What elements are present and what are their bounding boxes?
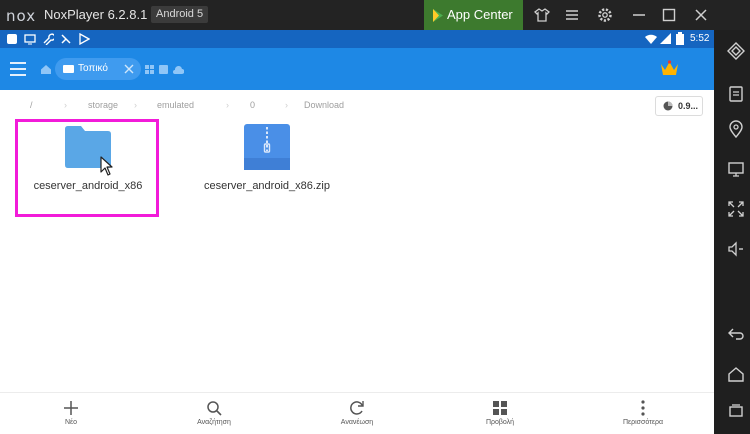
volume-down-icon[interactable] bbox=[727, 240, 745, 258]
path-breadcrumb: / › storage › emulated › 0 › Download 0.… bbox=[0, 90, 714, 118]
notification-icon bbox=[7, 34, 17, 44]
view-button[interactable]: Προβολή bbox=[460, 393, 540, 434]
more-vert-icon bbox=[641, 400, 645, 416]
storage-usage-label: 0.9... bbox=[678, 101, 699, 111]
tool-icon bbox=[61, 34, 71, 44]
breadcrumb-0[interactable]: 0 bbox=[250, 100, 255, 110]
app-title: NoxPlayer 6.2.8.1 bbox=[44, 7, 148, 22]
android-version-badge: Android 5 bbox=[151, 6, 209, 23]
new-label: Νέο bbox=[64, 419, 78, 426]
close-icon[interactable] bbox=[692, 6, 710, 24]
search-icon bbox=[207, 401, 222, 416]
grid-icon bbox=[493, 401, 507, 415]
search-button[interactable]: Αναζήτηση bbox=[174, 393, 254, 434]
location-icon[interactable] bbox=[727, 120, 745, 138]
signal-icon bbox=[660, 33, 671, 44]
breadcrumb-root[interactable]: / bbox=[30, 100, 33, 110]
cloud-tab-icon[interactable] bbox=[173, 65, 184, 74]
app-center-button[interactable]: App Center bbox=[424, 0, 523, 30]
tab-local-label: Τοπικό bbox=[78, 63, 108, 74]
breadcrumb-emulated[interactable]: emulated bbox=[157, 100, 194, 110]
screen-notify-icon bbox=[24, 34, 36, 45]
network-tab-icon[interactable] bbox=[159, 65, 168, 74]
breadcrumb-chevron-icon: › bbox=[64, 100, 67, 110]
new-button[interactable]: Νέο bbox=[31, 393, 111, 434]
refresh-icon bbox=[350, 401, 364, 415]
menu-icon[interactable] bbox=[563, 6, 581, 24]
hamburger-menu-icon[interactable] bbox=[9, 61, 27, 77]
refresh-button[interactable]: Ανανέωση bbox=[317, 393, 397, 434]
search-label: Αναζήτηση bbox=[197, 419, 231, 426]
play-store-icon bbox=[433, 9, 443, 22]
fullscreen-icon[interactable] bbox=[727, 200, 745, 218]
pie-chart-icon bbox=[663, 101, 673, 111]
gear-icon[interactable] bbox=[596, 6, 614, 24]
zip-icon bbox=[244, 124, 290, 170]
breadcrumb-chevron-icon: › bbox=[285, 100, 288, 110]
storage-usage-button[interactable]: 0.9... bbox=[655, 96, 703, 116]
breadcrumb-download[interactable]: Download bbox=[304, 100, 344, 110]
wrench-icon bbox=[43, 33, 54, 45]
nox-logo: nox bbox=[6, 7, 37, 25]
more-label: Περισσότερα bbox=[622, 419, 664, 426]
app-center-label: App Center bbox=[447, 7, 513, 22]
wifi-icon bbox=[645, 34, 657, 44]
screen-icon[interactable] bbox=[727, 160, 745, 178]
apk-install-icon[interactable] bbox=[727, 85, 745, 103]
home-icon[interactable] bbox=[727, 365, 745, 383]
view-label: Προβολή bbox=[485, 419, 515, 426]
maximize-icon[interactable] bbox=[660, 6, 678, 24]
emulator-title-bar: nox NoxPlayer 6.2.8.1 Android 5 App Cent… bbox=[0, 0, 750, 30]
recent-apps-icon[interactable] bbox=[727, 402, 745, 420]
plus-icon bbox=[64, 401, 78, 415]
multi-instance-icon[interactable] bbox=[727, 42, 745, 60]
play-notify-icon bbox=[79, 33, 90, 45]
tab-local-storage[interactable]: Τοπικό bbox=[55, 58, 141, 80]
battery-icon bbox=[676, 32, 684, 45]
back-icon[interactable] bbox=[727, 325, 745, 343]
crown-icon[interactable] bbox=[660, 60, 679, 77]
theme-icon[interactable] bbox=[533, 6, 551, 24]
file-name: ceserver_android_x86.zip bbox=[204, 180, 330, 192]
bottom-action-bar: Νέο Αναζήτηση Ανανέωση Προβολή Περισσότε… bbox=[0, 392, 714, 434]
home-breadcrumb-icon[interactable] bbox=[41, 65, 51, 74]
breadcrumb-storage[interactable]: storage bbox=[88, 100, 118, 110]
apps-tab-icon[interactable] bbox=[145, 65, 154, 74]
tab-close-icon[interactable] bbox=[124, 64, 134, 74]
file-manager-app-bar: Τοπικό bbox=[0, 48, 714, 90]
highlight-rectangle bbox=[15, 119, 159, 217]
refresh-label: Ανανέωση bbox=[340, 419, 374, 426]
more-button[interactable]: Περισσότερα bbox=[603, 393, 683, 434]
breadcrumb-chevron-icon: › bbox=[134, 100, 137, 110]
file-item-zip[interactable]: ceserver_android_x86.zip bbox=[192, 124, 342, 204]
emulator-side-toolbar bbox=[722, 30, 750, 433]
breadcrumb-chevron-icon: › bbox=[226, 100, 229, 110]
minimize-icon[interactable] bbox=[630, 6, 648, 24]
status-time: 5:52 bbox=[690, 33, 710, 44]
device-icon bbox=[63, 65, 74, 73]
android-status-bar: 5:52 bbox=[0, 30, 714, 48]
